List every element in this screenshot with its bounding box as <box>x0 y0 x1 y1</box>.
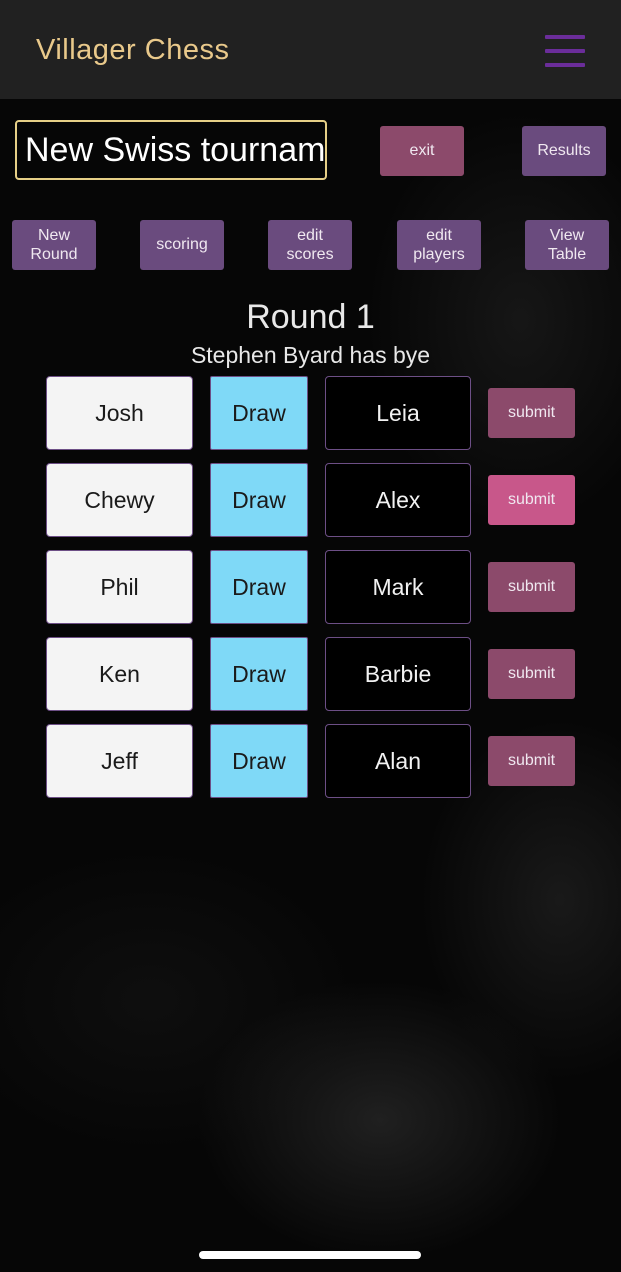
view-table-button[interactable]: View Table <box>525 220 609 270</box>
round-title: Round 1 <box>246 298 375 336</box>
pairing-row: Josh Draw Leia submit <box>0 376 621 452</box>
black-player-button[interactable]: Barbie <box>325 637 471 711</box>
edit-scores-button[interactable]: edit scores <box>268 220 352 270</box>
app-screen: Villager Chess exit Results New Round sc… <box>0 0 621 1272</box>
hamburger-menu-icon[interactable] <box>545 35 585 67</box>
pairing-row: Ken Draw Barbie submit <box>0 637 621 713</box>
submit-button[interactable]: submit <box>488 562 575 612</box>
black-player-button[interactable]: Leia <box>325 376 471 450</box>
new-round-button[interactable]: New Round <box>12 220 96 270</box>
pairing-row: Jeff Draw Alan submit <box>0 724 621 800</box>
tournament-name-input[interactable] <box>15 120 327 180</box>
black-player-button[interactable]: Mark <box>325 550 471 624</box>
bye-notice: Stephen Byard has bye <box>190 342 431 368</box>
scoring-button[interactable]: scoring <box>140 220 224 270</box>
submit-button[interactable]: submit <box>488 388 575 438</box>
draw-button[interactable]: Draw <box>210 463 308 537</box>
white-player-button[interactable]: Phil <box>46 550 193 624</box>
black-player-button[interactable]: Alan <box>325 724 471 798</box>
draw-button[interactable]: Draw <box>210 550 308 624</box>
white-player-button[interactable]: Josh <box>46 376 193 450</box>
home-indicator[interactable] <box>199 1251 421 1259</box>
draw-button[interactable]: Draw <box>210 637 308 711</box>
submit-button[interactable]: submit <box>488 649 575 699</box>
white-player-button[interactable]: Chewy <box>46 463 193 537</box>
white-player-button[interactable]: Jeff <box>46 724 193 798</box>
white-player-button[interactable]: Ken <box>46 637 193 711</box>
exit-button[interactable]: exit <box>380 126 464 176</box>
pairing-row: Chewy Draw Alex submit <box>0 463 621 539</box>
results-button[interactable]: Results <box>522 126 606 176</box>
app-title: Villager Chess <box>36 34 230 66</box>
submit-button[interactable]: submit <box>488 475 575 525</box>
draw-button[interactable]: Draw <box>210 376 308 450</box>
black-player-button[interactable]: Alex <box>325 463 471 537</box>
edit-players-button[interactable]: edit players <box>397 220 481 270</box>
submit-button[interactable]: submit <box>488 736 575 786</box>
app-bar: Villager Chess <box>0 0 621 99</box>
draw-button[interactable]: Draw <box>210 724 308 798</box>
pairing-row: Phil Draw Mark submit <box>0 550 621 626</box>
